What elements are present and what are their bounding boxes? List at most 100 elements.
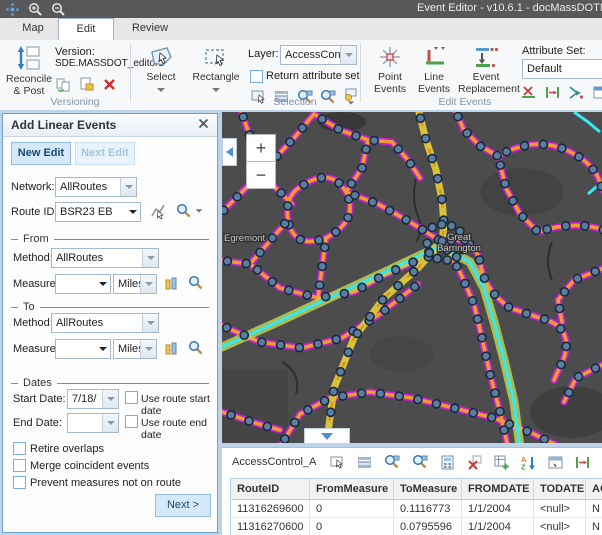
from-unit-combobox[interactable]: Miles <box>113 274 157 294</box>
clear-selection-icon[interactable] <box>467 454 482 471</box>
col-ac[interactable]: AC <box>586 479 602 500</box>
new-edit-button[interactable]: New Edit <box>11 142 71 165</box>
append-records-icon[interactable] <box>494 454 509 471</box>
from-offset-icon[interactable] <box>161 274 179 292</box>
to-zoom-icon[interactable] <box>187 339 205 357</box>
event-point <box>239 113 247 121</box>
new-version-icon[interactable] <box>78 76 95 93</box>
collapse-panel-button[interactable] <box>222 138 237 166</box>
to-unit-dropdown-button[interactable] <box>140 340 156 358</box>
point-events-button[interactable]: Point Events <box>370 44 410 95</box>
to-method-combobox[interactable]: AllRoutes <box>51 313 159 333</box>
identify-attributes-icon[interactable] <box>548 454 563 471</box>
return-attribute-set-checkbox[interactable] <box>250 70 263 83</box>
table-row[interactable]: 11316270600 0 0.0795596 1/1/2004 <null> … <box>231 518 602 535</box>
switch-version-icon[interactable] <box>55 76 72 93</box>
route-id-combobox[interactable]: BSR23 EB <box>55 202 141 222</box>
to-offset-icon[interactable] <box>161 339 179 357</box>
to-method-dropdown-button[interactable] <box>142 314 158 332</box>
from-method-dropdown-button[interactable] <box>142 249 158 267</box>
layer-dropdown-button[interactable] <box>340 46 356 64</box>
event-point <box>416 114 424 122</box>
event-point <box>434 175 442 183</box>
rectangle-button[interactable]: Rectangle <box>190 44 242 95</box>
event-point <box>233 193 241 201</box>
next-edit-button[interactable]: Next Edit <box>75 142 135 165</box>
zoom-out-icon[interactable] <box>51 2 66 17</box>
from-measure-combobox[interactable] <box>55 274 111 294</box>
merge-events-icon[interactable] <box>568 84 585 101</box>
select-button[interactable]: Select <box>140 44 182 95</box>
event-point <box>557 325 565 333</box>
from-unit-dropdown-button[interactable] <box>140 275 156 293</box>
merge-coincident-checkbox[interactable] <box>13 459 26 472</box>
tab-review[interactable]: Review <box>122 18 178 39</box>
network-dropdown-button[interactable] <box>120 178 136 196</box>
col-tomeasure[interactable]: ToMeasure <box>394 479 462 500</box>
prevent-measures-label: Prevent measures not on route <box>30 477 181 489</box>
network-combobox[interactable]: AllRoutes <box>55 177 137 197</box>
table-pan-to-selection-icon[interactable] <box>412 454 428 471</box>
field-calculator-icon[interactable] <box>440 454 455 471</box>
attribute-table-area: AccessControl_A <box>222 447 602 535</box>
map-canvas[interactable]: Egremont Great Barrington <box>222 112 602 443</box>
col-routeid[interactable]: RouteID <box>231 479 310 500</box>
attribute-set-combobox[interactable]: Default <box>522 59 602 79</box>
table-row[interactable]: 11316269600 0 0.1116773 1/1/2004 <null> … <box>231 500 602 518</box>
event-point <box>418 226 426 234</box>
use-route-end-date-checkbox[interactable] <box>125 415 138 428</box>
tab-edit[interactable]: Edit <box>58 18 114 41</box>
event-point <box>475 256 483 264</box>
layer-combobox[interactable]: AccessControl_A <box>280 45 357 65</box>
edit-events-group-label: Edit Events <box>410 96 520 108</box>
zoom-to-route-icon[interactable] <box>175 202 203 220</box>
line-events-button[interactable]: Line Events <box>414 44 454 95</box>
collapse-table-button[interactable] <box>304 428 350 443</box>
event-point <box>428 223 436 231</box>
event-gap-icon[interactable] <box>544 84 561 101</box>
col-fromdate[interactable]: FROMDATE <box>462 479 534 500</box>
event-attributes-icon[interactable] <box>592 84 602 101</box>
select-dropdown-caret[interactable] <box>157 88 165 92</box>
retire-overlaps-checkbox[interactable] <box>13 442 26 455</box>
map-zoom-out-button[interactable]: − <box>246 161 276 189</box>
pick-route-icon[interactable] <box>149 202 167 220</box>
zoom-in-icon[interactable] <box>28 2 43 17</box>
sort-icon[interactable]: AZ <box>521 454 536 471</box>
rectangle-dropdown-caret[interactable] <box>212 88 220 92</box>
from-method-combobox[interactable]: AllRoutes <box>51 248 159 268</box>
col-frommeasure[interactable]: FromMeasure <box>310 479 394 500</box>
event-point <box>366 313 374 321</box>
event-point <box>381 306 389 314</box>
table-zoom-to-selection-icon[interactable] <box>384 454 400 471</box>
close-icon[interactable] <box>198 118 209 132</box>
table-select-icon[interactable] <box>330 454 345 471</box>
end-date-combobox[interactable] <box>67 413 119 433</box>
split-event-icon[interactable] <box>520 84 537 101</box>
map-zoom-in-button[interactable]: + <box>246 134 276 162</box>
from-measure-dropdown-button[interactable] <box>95 275 110 293</box>
prevent-measures-checkbox[interactable] <box>13 476 26 489</box>
event-replacement-button[interactable]: Event Replacement <box>458 44 514 95</box>
table-gap-icon[interactable] <box>575 454 590 471</box>
start-date-dropdown-button[interactable] <box>102 390 118 408</box>
to-unit-combobox[interactable]: Miles <box>113 339 157 359</box>
to-measure-combobox[interactable] <box>55 339 111 359</box>
next-button[interactable]: Next > <box>155 494 211 517</box>
event-point <box>327 408 335 416</box>
map-viewport[interactable]: Egremont Great Barrington + − <box>222 112 602 443</box>
to-measure-dropdown-button[interactable] <box>95 340 110 358</box>
reconcile-post-button[interactable]: Reconcile & Post <box>6 44 52 97</box>
col-todate[interactable]: TODATE <box>534 479 586 500</box>
use-route-end-date-label: Use route end date <box>141 417 217 441</box>
end-date-label: End Date: <box>13 417 62 429</box>
pan-icon[interactable] <box>5 2 20 17</box>
use-route-start-date-checkbox[interactable] <box>125 391 138 404</box>
start-date-combobox[interactable]: 7/18/ <box>67 389 119 409</box>
end-date-dropdown-button[interactable] <box>102 414 118 432</box>
show-selected-records-icon[interactable] <box>357 454 372 471</box>
from-zoom-icon[interactable] <box>187 274 205 292</box>
route-id-dropdown-button[interactable] <box>125 203 140 221</box>
delete-version-icon[interactable] <box>101 76 118 93</box>
tab-map[interactable]: Map <box>10 18 56 39</box>
